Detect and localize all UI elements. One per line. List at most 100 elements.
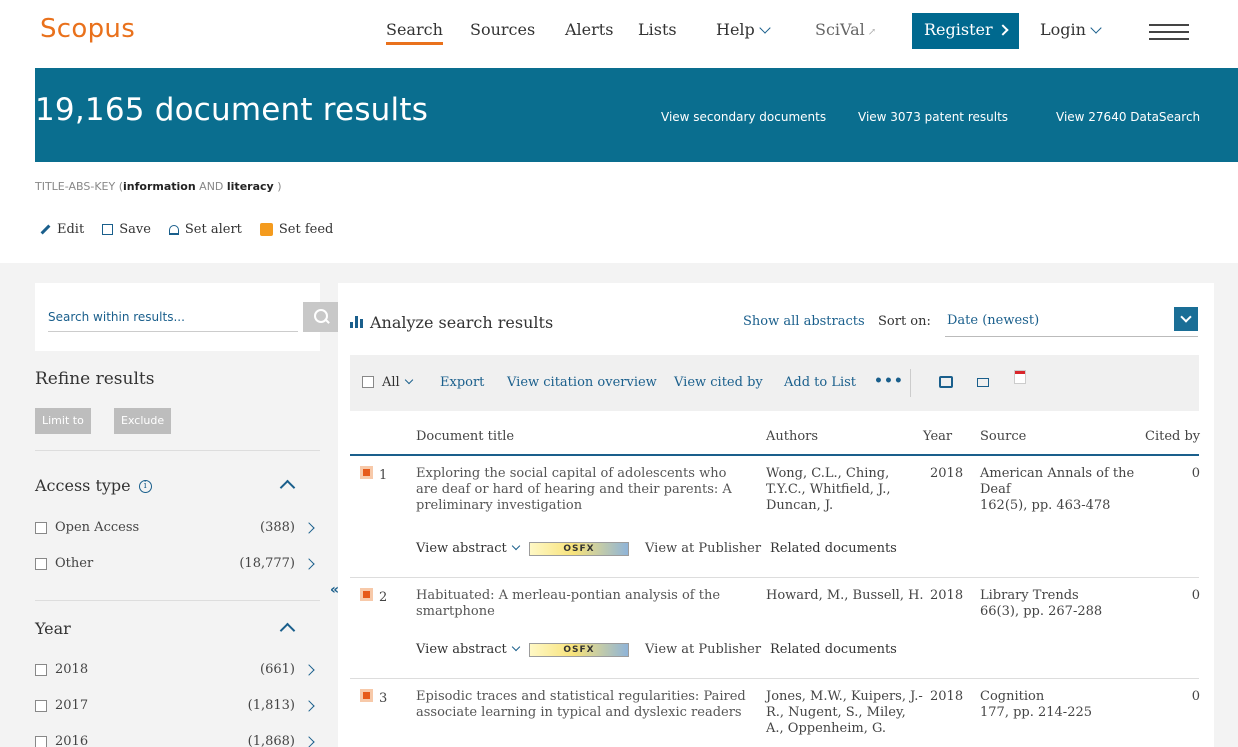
col-cited-by[interactable]: Cited by <box>1145 429 1200 444</box>
authors-link[interactable]: Jones, M.W., Kuipers, J.-R., Nugent, S.,… <box>766 689 926 737</box>
facet-year-2018[interactable]: 2018 (661) <box>35 662 315 680</box>
chevron-right-icon[interactable] <box>303 558 315 570</box>
view-abstract-label: View abstract <box>416 642 507 657</box>
show-all-abstracts-link[interactable]: Show all abstracts <box>743 314 865 329</box>
document-title-link[interactable]: Habituated: A merleau-pontian analysis o… <box>416 588 746 620</box>
col-authors[interactable]: Authors <box>766 429 818 444</box>
add-to-list-link[interactable]: Add to List <box>784 375 856 390</box>
checkbox[interactable] <box>35 664 47 676</box>
nav-scival[interactable]: SciVal ↗ <box>815 20 876 39</box>
register-button[interactable]: Register <box>912 13 1019 49</box>
print-icon[interactable] <box>939 376 953 388</box>
pdf-icon[interactable] <box>1015 371 1025 383</box>
bar-chart-icon <box>350 316 364 328</box>
scopus-logo[interactable]: Scopus <box>40 14 135 44</box>
input-underline <box>48 331 298 332</box>
document-title-link[interactable]: Episodic traces and statistical regulari… <box>416 689 746 721</box>
source-link[interactable]: American Annals of the Deaf 162(5), pp. … <box>980 466 1150 514</box>
set-alert-button[interactable]: Set alert <box>168 222 242 237</box>
select-all-dropdown[interactable]: All <box>382 375 413 390</box>
row-number: 1 <box>360 466 387 484</box>
info-icon[interactable]: i <box>138 480 152 493</box>
chevron-right-icon[interactable] <box>303 522 315 534</box>
view-citation-overview-link[interactable]: View citation overview <box>507 375 657 390</box>
view-secondary-link[interactable]: View secondary documents <box>661 110 826 124</box>
set-feed-label: Set feed <box>278 222 334 237</box>
facet-year-2017[interactable]: 2017 (1,813) <box>35 698 315 716</box>
email-icon[interactable] <box>977 378 989 387</box>
view-cited-by-link[interactable]: View cited by <box>674 375 763 390</box>
divider <box>35 450 320 451</box>
save-button[interactable]: Save <box>102 222 151 237</box>
facet-other[interactable]: Other (18,777) <box>35 556 315 574</box>
bell-icon <box>168 224 179 235</box>
query-actions: Edit Save Set alert Set feed <box>40 222 333 237</box>
exclude-button[interactable]: Exclude <box>114 408 172 434</box>
view-abstract-toggle[interactable]: View abstract <box>416 642 520 658</box>
nav-login[interactable]: Login <box>1040 20 1102 39</box>
results-toolbar: All Export View citation overview View c… <box>350 355 1199 411</box>
nav-help[interactable]: Help <box>716 20 771 39</box>
query-prefix: TITLE-ABS-KEY ( <box>35 180 123 193</box>
facet-label: Other <box>55 556 94 571</box>
external-link-icon: ↗ <box>867 27 877 38</box>
selection-marker-icon[interactable] <box>360 466 373 479</box>
source-link[interactable]: Cognition 177, pp. 214-225 <box>980 689 1150 721</box>
authors-link[interactable]: Wong, C.L., Ching, T.Y.C., Whitfield, J.… <box>766 466 926 514</box>
checkbox[interactable] <box>35 736 47 747</box>
related-documents-link[interactable]: Related documents <box>770 541 897 557</box>
facet-open-access[interactable]: Open Access (388) <box>35 520 315 538</box>
nav-alerts[interactable]: Alerts <box>565 20 613 39</box>
register-label: Register <box>924 20 993 39</box>
chevron-right-icon[interactable] <box>303 736 315 747</box>
nav-sources[interactable]: Sources <box>470 20 535 39</box>
selection-marker-icon[interactable] <box>360 588 373 601</box>
related-documents-link[interactable]: Related documents <box>770 642 897 658</box>
search-within-input[interactable]: Search within results... <box>48 310 185 324</box>
checkbox[interactable] <box>35 558 47 570</box>
chevron-down-icon[interactable] <box>1174 307 1198 331</box>
nav-login-label: Login <box>1040 20 1086 39</box>
row-index: 3 <box>379 691 388 706</box>
facet-year-2016[interactable]: 2016 (1,868) <box>35 734 315 747</box>
chevron-right-icon[interactable] <box>303 664 315 676</box>
source-link[interactable]: Library Trends 66(3), pp. 267-288 <box>980 588 1150 620</box>
results-panel: Analyze search results Show all abstract… <box>338 283 1214 747</box>
chevron-down-icon <box>511 541 520 551</box>
authors-link[interactable]: Howard, M., Bussell, H. <box>766 588 926 604</box>
edit-button[interactable]: Edit <box>40 222 84 237</box>
top-nav: Scopus Search Sources Alerts Lists Help … <box>0 0 1238 68</box>
limit-to-button[interactable]: Limit to <box>35 408 91 434</box>
sort-value: Date (newest) <box>947 313 1040 328</box>
set-feed-button[interactable]: Set feed <box>259 222 334 237</box>
sort-select[interactable]: Date (newest) <box>945 307 1198 337</box>
nav-search[interactable]: Search <box>386 20 443 45</box>
view-abstract-toggle[interactable]: View abstract <box>416 541 520 557</box>
col-source[interactable]: Source <box>980 429 1026 444</box>
analyze-results-link[interactable]: Analyze search results <box>350 313 553 332</box>
osfx-link[interactable]: OSFX <box>529 542 629 556</box>
facet-count: (1,813) <box>247 698 295 713</box>
facet-count: (661) <box>260 662 295 677</box>
col-title[interactable]: Document title <box>416 429 514 444</box>
menu-icon[interactable] <box>1149 24 1189 42</box>
select-all-checkbox[interactable] <box>362 376 374 388</box>
checkbox[interactable] <box>35 522 47 534</box>
view-at-publisher-link[interactable]: View at Publisher <box>645 541 761 557</box>
view-at-publisher-link[interactable]: View at Publisher <box>645 642 761 658</box>
col-year[interactable]: Year <box>923 429 952 444</box>
chevron-right-icon[interactable] <box>303 700 315 712</box>
more-options-icon[interactable]: ••• <box>874 373 904 389</box>
nav-lists[interactable]: Lists <box>638 20 677 39</box>
rss-icon <box>259 223 273 236</box>
selection-marker-icon[interactable] <box>360 689 373 702</box>
row-index: 1 <box>379 468 388 483</box>
results-banner: 19,165 document results View secondary d… <box>35 68 1238 162</box>
export-link[interactable]: Export <box>440 375 484 390</box>
checkbox[interactable] <box>35 700 47 712</box>
osfx-link[interactable]: OSFX <box>529 643 629 657</box>
view-datasearch-link[interactable]: View 27640 DataSearch <box>1056 110 1200 124</box>
view-patents-link[interactable]: View 3073 patent results <box>858 110 1008 124</box>
document-title-link[interactable]: Exploring the social capital of adolesce… <box>416 466 746 514</box>
search-icon[interactable] <box>303 302 339 332</box>
